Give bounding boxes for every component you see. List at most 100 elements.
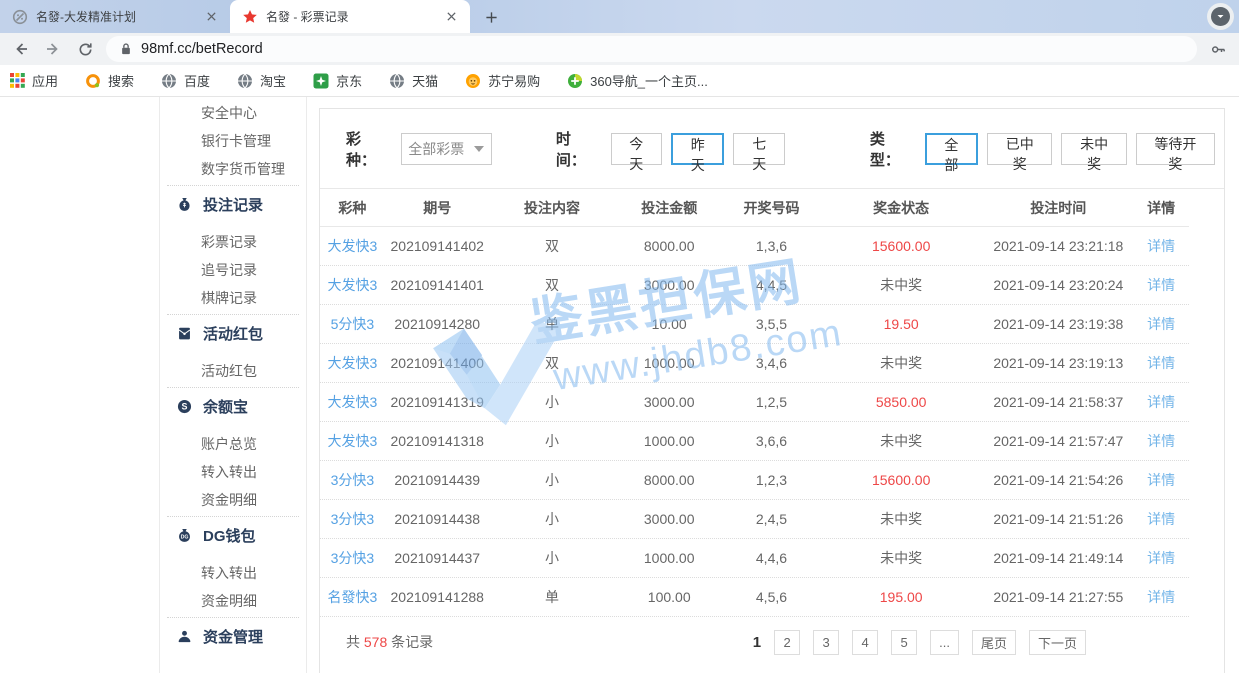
time-filter-button[interactable]: 七天 — [733, 133, 784, 165]
lottery-select[interactable]: 全部彩票 — [401, 133, 492, 165]
detail-link[interactable]: 详情 — [1133, 353, 1189, 373]
sidebar-item[interactable]: 数字货币管理 — [160, 155, 306, 183]
lottery[interactable]: 大发快3 — [320, 236, 385, 256]
bookmark-item[interactable]: 天猫 — [389, 71, 438, 90]
detail-link[interactable]: 详情 — [1133, 548, 1189, 568]
bookmark-item[interactable]: 淘宝 — [237, 71, 286, 90]
browser-tab-2-active[interactable]: 名發 - 彩票记录 — [230, 0, 470, 33]
browser-toolbar: 98mf.cc/betRecord — [0, 33, 1239, 65]
time-filter-button[interactable]: 昨天 — [671, 133, 724, 165]
lottery[interactable]: 5分快3 — [320, 314, 385, 334]
reload-icon[interactable] — [74, 38, 96, 60]
detail-link[interactable]: 详情 — [1133, 431, 1189, 451]
draw-numbers: 4,4,6 — [724, 550, 819, 566]
sidebar-item[interactable]: 安全中心 — [160, 99, 306, 127]
bet-record-panel: 彩种： 全部彩票 时间： 今天昨天七天 类型： 全部已中奖未中奖等待开奖 彩种期… — [319, 108, 1225, 673]
lottery[interactable]: 名發快3 — [320, 587, 385, 607]
globe-icon — [237, 73, 253, 89]
money-bag-icon — [177, 197, 192, 212]
detail-link[interactable]: 详情 — [1133, 509, 1189, 529]
sidebar-section-header[interactable]: DGDG钱包 — [160, 519, 306, 551]
bookmark-item[interactable]: 苏宁易购 — [465, 71, 540, 90]
pagination-button[interactable]: 下一页 — [1029, 630, 1086, 655]
bet-time: 2021-09-14 23:20:24 — [983, 277, 1133, 293]
sidebar-item[interactable]: 追号记录 — [160, 256, 306, 284]
lottery[interactable]: 3分快3 — [320, 548, 385, 568]
url-bar[interactable]: 98mf.cc/betRecord — [106, 36, 1197, 62]
sidebar-divider — [167, 617, 299, 618]
caret-down-icon — [474, 146, 484, 152]
prize-status: 未中奖 — [819, 548, 984, 568]
bet-time: 2021-09-14 21:54:26 — [983, 472, 1133, 488]
table-header-cell: 期号 — [385, 198, 490, 218]
chevron-down-icon — [1211, 7, 1230, 26]
bookmark-item[interactable]: 百度 — [161, 71, 210, 90]
sidebar-item[interactable]: 彩票记录 — [160, 228, 306, 256]
sidebar-section-header[interactable]: 活动红包 — [160, 317, 306, 349]
key-icon[interactable] — [1207, 38, 1229, 60]
pagination-button[interactable]: 尾页 — [972, 630, 1016, 655]
sidebar-section-header[interactable]: S余额宝 — [160, 390, 306, 422]
detail-link[interactable]: 详情 — [1133, 392, 1189, 412]
sidebar-item[interactable]: 银行卡管理 — [160, 127, 306, 155]
new-tab-button[interactable] — [478, 4, 504, 30]
search-ring-icon — [85, 73, 101, 89]
table-footer: 共 578 条记录 1 2345...尾页下一页 — [320, 617, 1224, 667]
detail-link[interactable]: 详情 — [1133, 470, 1189, 490]
pagination-button[interactable]: 5 — [891, 630, 917, 655]
sidebar-item[interactable]: 账户总览 — [160, 430, 306, 458]
lottery[interactable]: 3分快3 — [320, 470, 385, 490]
bookmark-item[interactable]: 京东 — [313, 71, 362, 90]
pagination-button[interactable]: 2 — [774, 630, 800, 655]
type-filter-button[interactable]: 等待开奖 — [1136, 133, 1215, 165]
detail-link[interactable]: 详情 — [1133, 275, 1189, 295]
prize-status: 未中奖 — [819, 509, 984, 529]
tab-close-icon[interactable] — [443, 8, 460, 25]
issue-number: 20210914438 — [385, 511, 490, 527]
prize-status: 15600.00 — [819, 472, 984, 488]
lottery[interactable]: 3分快3 — [320, 509, 385, 529]
sidebar-item[interactable]: 棋牌记录 — [160, 284, 306, 312]
type-filter-button[interactable]: 未中奖 — [1061, 133, 1126, 165]
back-icon[interactable] — [10, 38, 32, 60]
bookmarks-bar: 应用 搜索 百度 淘宝 京东 天猫 苏宁易购 360导航_一个主页... — [0, 65, 1239, 97]
lottery[interactable]: 大发快3 — [320, 353, 385, 373]
sidebar-item[interactable]: 资金明细 — [160, 587, 306, 615]
browser-menu-button[interactable] — [1207, 3, 1234, 30]
sidebar-item[interactable]: 活动红包 — [160, 357, 306, 385]
bookmark-item[interactable]: 搜索 — [85, 71, 134, 90]
sidebar-item[interactable]: 转入转出 — [160, 458, 306, 486]
funds-icon — [177, 629, 192, 644]
bet-content: 单 — [490, 314, 615, 334]
bookmark-label: 应用 — [32, 71, 58, 90]
table-header-cell: 投注内容 — [490, 198, 615, 218]
browser-tab-1[interactable]: 名發-大发精准计划 — [0, 0, 230, 33]
forward-icon[interactable] — [42, 38, 64, 60]
lottery[interactable]: 大发快3 — [320, 392, 385, 412]
pagination-button[interactable]: ... — [930, 630, 959, 655]
type-filter-button[interactable]: 已中奖 — [987, 133, 1052, 165]
type-filter-button[interactable]: 全部 — [925, 133, 979, 165]
sidebar-section-header[interactable]: 投注记录 — [160, 188, 306, 220]
detail-link[interactable]: 详情 — [1133, 587, 1189, 607]
sidebar-item[interactable]: 资金明细 — [160, 486, 306, 514]
sidebar-section-header[interactable]: 资金管理 — [160, 620, 306, 652]
filter-bar: 彩种： 全部彩票 时间： 今天昨天七天 类型： 全部已中奖未中奖等待开奖 — [320, 109, 1224, 189]
time-filter-button[interactable]: 今天 — [611, 133, 662, 165]
detail-link[interactable]: 详情 — [1133, 236, 1189, 256]
tab-close-icon[interactable] — [203, 8, 220, 25]
bet-amount: 1000.00 — [614, 433, 724, 449]
tab-title: 名發 - 彩票记录 — [266, 8, 435, 25]
sidebar-item[interactable]: 转入转出 — [160, 559, 306, 587]
prize-status: 未中奖 — [819, 275, 984, 295]
lottery[interactable]: 大发快3 — [320, 275, 385, 295]
detail-link[interactable]: 详情 — [1133, 314, 1189, 334]
pagination-button[interactable]: 3 — [813, 630, 839, 655]
record-count: 共 578 条记录 — [346, 632, 433, 652]
bet-time: 2021-09-14 21:58:37 — [983, 394, 1133, 410]
pagination-button[interactable]: 4 — [852, 630, 878, 655]
bookmark-item[interactable]: 应用 — [10, 71, 58, 90]
bookmark-item[interactable]: 360导航_一个主页... — [567, 71, 708, 90]
lottery[interactable]: 大发快3 — [320, 431, 385, 451]
bet-amount: 1000.00 — [614, 355, 724, 371]
